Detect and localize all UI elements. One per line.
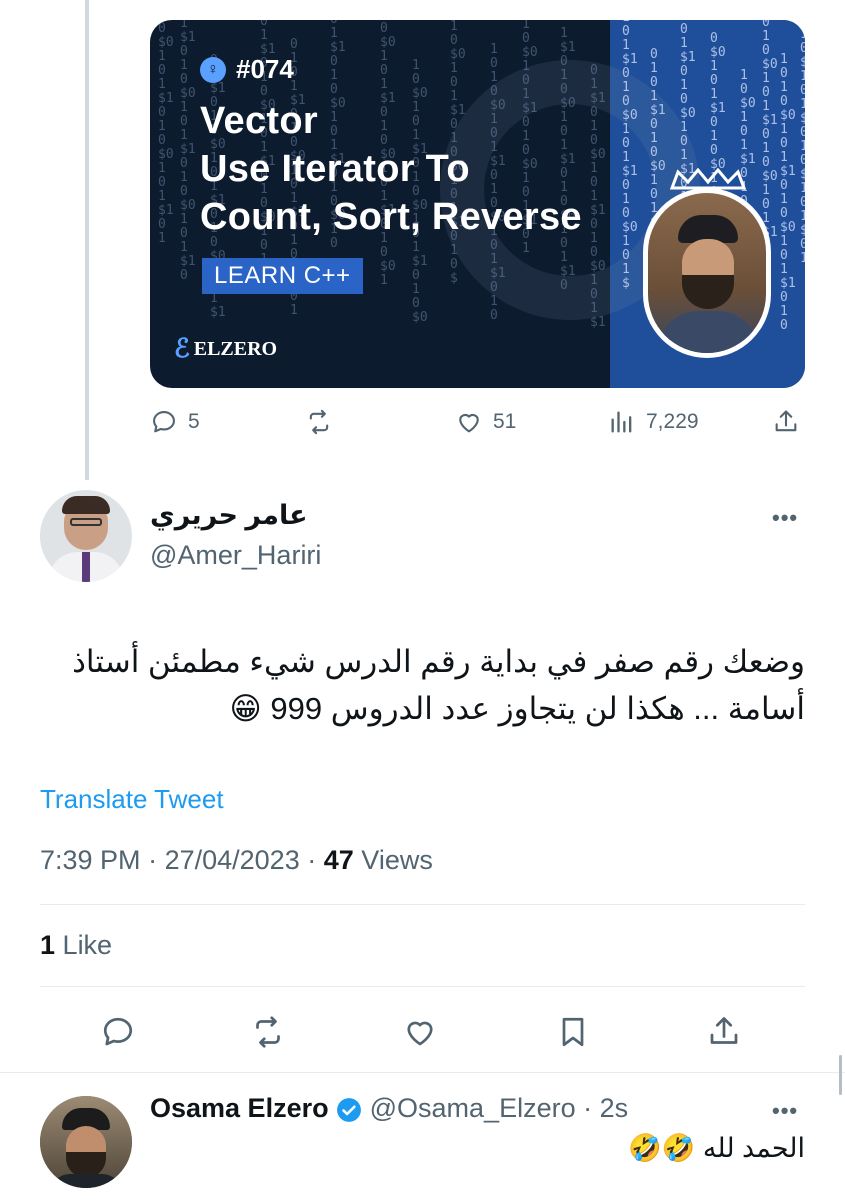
media-badge: LEARN C++	[202, 258, 363, 294]
tweet-time: 7:39 PM	[40, 845, 141, 875]
tweet-timestamp: 7:39 PM · 27/04/2023 · 47 Views	[40, 845, 433, 875]
crown-icon	[670, 168, 746, 190]
reply-count: 5	[188, 410, 200, 433]
reply-action[interactable]: 5	[150, 408, 200, 436]
media-episode-number: #074	[236, 54, 294, 84]
media-title-line-1: Vector	[200, 100, 318, 142]
binary-rain-column: 1$1010$0101$1010$0101$10	[560, 26, 576, 293]
scrollbar[interactable]	[839, 1055, 842, 1095]
share-button[interactable]	[706, 1014, 742, 1050]
binary-rain-column: $1010$0101$1010$0101$101	[158, 20, 174, 246]
second-reply-age: 2s	[599, 1093, 629, 1123]
retweet-icon	[256, 1016, 280, 1048]
tweet-views-count: 47	[323, 845, 354, 875]
tweet-media-card[interactable]: $1010$0101$1010$0101$101 1$1010$0101$1010…	[150, 20, 805, 388]
divider	[40, 904, 805, 905]
second-reply-text: الحمد لله 🤣🤣	[628, 1133, 805, 1163]
presenter-portrait	[643, 188, 771, 358]
binary-rain-column: 101$1010$0101$1010$0101$	[622, 20, 638, 291]
elzero-badge-icon: ♀	[200, 56, 226, 83]
thread-connector-line	[85, 0, 89, 480]
retweet-icon	[309, 409, 329, 435]
heart-icon	[407, 1021, 433, 1046]
likes-summary-count: 1	[40, 930, 56, 960]
binary-rain-column: $1010$0101$1010$0101$101	[800, 20, 805, 266]
like-action[interactable]: 51	[455, 408, 516, 436]
translate-tweet-link[interactable]: Translate Tweet	[40, 784, 224, 815]
binary-rain-column: 01$1010$0101$1010$0101$1	[590, 63, 606, 330]
reply-icon	[153, 411, 175, 433]
bookmark-icon	[562, 1017, 584, 1047]
reply-button[interactable]	[100, 1014, 136, 1050]
retweet-action[interactable]	[305, 408, 333, 436]
divider	[0, 1072, 845, 1073]
views-action[interactable]: 7,229	[608, 408, 699, 436]
tweet-views-label: Views	[361, 845, 433, 875]
second-reply-header: Osama Elzero @Osama_Elzero · 2s	[150, 1093, 629, 1123]
media-brand: ℰ ELZERO	[174, 334, 277, 364]
more-options-icon[interactable]: •••	[772, 1098, 798, 1124]
binary-rain-column: 1010$0101$1010$0101$1010	[780, 52, 796, 333]
reply-display-name[interactable]: عامر حريري	[150, 500, 308, 531]
media-title-line-3: Count, Sort, Reverse	[200, 196, 582, 238]
analytics-icon	[611, 411, 632, 433]
binary-rain-column: 1010$0101$1010$0101$1010	[490, 42, 506, 323]
binary-rain-column: 1$1010$0101$1010$0101$10	[180, 20, 196, 283]
share-icon	[775, 410, 797, 432]
second-reply-display-name[interactable]: Osama Elzero	[150, 1093, 329, 1123]
reply-handle[interactable]: @Amer_Hariri	[150, 540, 321, 571]
media-title-line-2: Use Iterator To	[200, 148, 470, 190]
elzero-logo-icon: ℰ	[174, 334, 190, 363]
media-brand-label: ELZERO	[193, 337, 278, 360]
avatar[interactable]	[40, 1096, 132, 1188]
like-button[interactable]	[402, 1014, 438, 1050]
more-options-icon[interactable]: •••	[772, 505, 798, 531]
second-reply-handle[interactable]: @Osama_Elzero	[370, 1093, 576, 1123]
media-episode: ♀ #074	[200, 54, 294, 85]
bookmark-button[interactable]	[555, 1014, 591, 1050]
views-count: 7,229	[646, 410, 699, 433]
divider	[40, 986, 805, 987]
retweet-button[interactable]	[250, 1014, 286, 1050]
share-icon	[710, 1017, 738, 1044]
reply-text: وضعك رقم صفر في بداية رقم الدرس شيء مطمئ…	[72, 644, 805, 726]
share-action[interactable]	[772, 408, 800, 436]
tweet-date: 27/04/2023	[164, 845, 300, 875]
like-count: 51	[493, 410, 517, 433]
binary-rain-column: 10$0101$1010$0101$1010$0	[412, 58, 428, 325]
likes-summary[interactable]: 1 Like	[40, 930, 112, 961]
likes-summary-label: Like	[62, 930, 113, 960]
reply-icon	[103, 1017, 133, 1046]
avatar[interactable]	[40, 490, 132, 582]
verified-badge-icon	[337, 1097, 362, 1122]
heart-icon	[459, 413, 479, 433]
